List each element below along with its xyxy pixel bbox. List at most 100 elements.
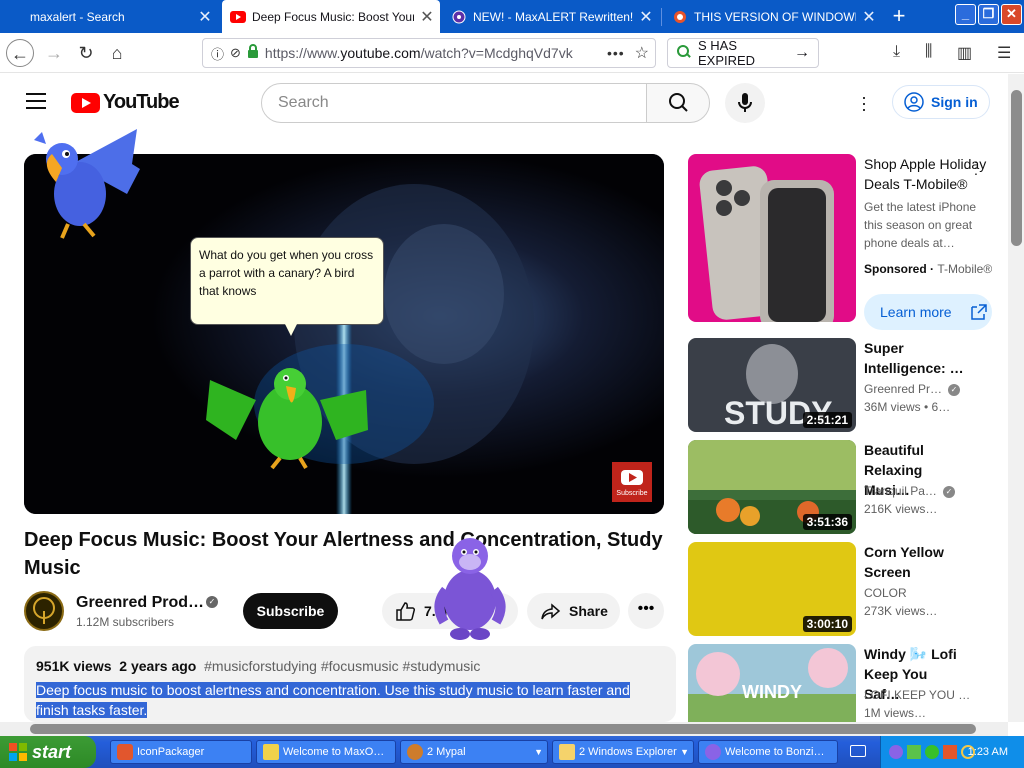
url-path: /watch?v=McdghqVd7vk xyxy=(420,45,573,61)
url-bar[interactable]: ⓘ ⊘ https://www.youtube.com/watch?v=Mcdg… xyxy=(202,38,656,68)
green-parrot-character[interactable] xyxy=(206,360,370,472)
learn-more-button[interactable]: Learn more xyxy=(864,294,992,330)
video-thumbnail[interactable]: 3:00:10 xyxy=(688,542,856,636)
channel-watermark-button[interactable]: Subscribe xyxy=(612,462,652,502)
video-title: Super Intelligence: … xyxy=(864,340,964,376)
recommended-video[interactable]: 3:00:10 Corn Yellow Screen COLOR 273K vi… xyxy=(688,542,1008,636)
maxalert-favicon-icon xyxy=(451,9,467,25)
network-tray-icon[interactable] xyxy=(907,745,921,759)
account-icon xyxy=(904,92,924,112)
arrow-right-icon[interactable]: → xyxy=(794,44,810,62)
page-actions-icon[interactable]: ••• xyxy=(607,45,625,61)
tab-windowblinds[interactable]: THIS VERSION OF WINDOWBLINDS ✕ xyxy=(664,0,882,33)
subscribe-button[interactable]: Subscribe xyxy=(243,593,338,629)
home-button[interactable]: ⌂ xyxy=(103,39,131,67)
more-actions-icon[interactable]: ••• xyxy=(628,593,664,629)
back-button[interactable]: ← xyxy=(6,39,34,67)
guide-menu-icon[interactable] xyxy=(26,93,46,109)
close-icon[interactable]: ✕ xyxy=(633,7,659,27)
sign-in-label: Sign in xyxy=(931,94,978,110)
recommended-video[interactable]: STUDY 2:51:21 Super Intelligence: … Gree… xyxy=(688,338,1008,432)
blue-parrot-character[interactable] xyxy=(32,124,144,244)
video-views: 36M views • 6… xyxy=(864,400,951,414)
share-label: Share xyxy=(569,603,608,619)
video-duration: 3:00:10 xyxy=(802,616,852,632)
bonzibuddy-character[interactable] xyxy=(428,530,512,642)
thumbnail-art: WINDY xyxy=(688,648,856,722)
start-button[interactable]: start xyxy=(0,736,96,768)
library-icon[interactable]: ⫼ xyxy=(925,43,932,61)
channel-name[interactable]: Greenred Prod… xyxy=(76,594,204,612)
reload-button[interactable]: ↻ xyxy=(72,39,100,67)
video-thumbnail[interactable]: 3:51:36 xyxy=(688,440,856,534)
info-icon[interactable]: ⓘ xyxy=(211,44,224,63)
taskbar-item-windows-explorer[interactable]: 2 Windows Explorer ▼ xyxy=(552,740,694,764)
taskbar-item-label: 2 Mypal xyxy=(427,746,466,758)
tab-maxalert-search[interactable]: maxalert - Search ✕ xyxy=(0,0,218,33)
screen: maxalert - Search ✕ Deep Focus Music: Bo… xyxy=(0,0,1024,768)
url-domain: youtube.com xyxy=(340,45,421,61)
mypal-icon xyxy=(407,744,423,760)
settings-menu-icon[interactable]: · · · xyxy=(858,88,870,118)
video-title: Deep Focus Music: Boost Your Alertness a… xyxy=(24,529,663,579)
folder-icon xyxy=(559,744,575,760)
sign-in-button[interactable]: Sign in xyxy=(892,85,990,119)
description-box[interactable]: 951K views 2 years ago #musicforstudying… xyxy=(24,646,676,722)
video-thumbnail[interactable]: WINDY xyxy=(688,644,856,722)
security-tray-icon[interactable] xyxy=(943,745,957,759)
video-thumbnail[interactable]: STUDY 2:51:21 xyxy=(688,338,856,432)
new-tab-button[interactable]: + xyxy=(884,0,914,33)
horizontal-scrollbar[interactable] xyxy=(0,722,1008,736)
close-icon[interactable]: ✕ xyxy=(414,7,440,27)
search-input[interactable]: Search xyxy=(261,83,647,123)
scrollbar-thumb[interactable] xyxy=(30,724,976,734)
close-window-button[interactable]: ✕ xyxy=(1001,4,1022,25)
iphone-product-image xyxy=(699,166,834,322)
recommended-video[interactable]: WINDY Windy 🌬️ Lofi Keep You Saf… LOFI K… xyxy=(688,644,1008,722)
taskbar-item-bonzi[interactable]: Welcome to Bonzi… xyxy=(698,740,838,764)
sidebar-icon[interactable]: ▥ xyxy=(957,43,972,63)
taskbar-item-iconpackager[interactable]: IconPackager xyxy=(110,740,252,764)
menu-icon[interactable]: ☰ xyxy=(997,43,1011,63)
verified-badge-icon: ✓ xyxy=(206,596,218,608)
voice-search-button[interactable] xyxy=(725,83,765,123)
taskbar-item-maxo[interactable]: Welcome to MaxO… xyxy=(256,740,396,764)
hashtags[interactable]: #musicforstudying #focusmusic #studymusi… xyxy=(204,658,480,674)
share-button[interactable]: Share xyxy=(527,593,620,629)
recommended-video[interactable]: 3:51:36 Beautiful Relaxing Musi… Tranqui… xyxy=(688,440,1008,534)
vertical-scrollbar[interactable] xyxy=(1008,74,1024,722)
subscriber-count: 1.12M subscribers xyxy=(76,615,175,629)
parrot-tray-icon[interactable] xyxy=(925,745,939,759)
close-icon[interactable]: ✕ xyxy=(192,7,218,27)
addon-text: S HAS EXPIRED xyxy=(698,38,756,68)
permissions-icon[interactable]: ⊘ xyxy=(230,45,241,61)
sponsored-label: Sponsored xyxy=(864,262,927,276)
url-text: https://www.youtube.com/watch?v=McdghqVd… xyxy=(265,45,607,61)
view-count: 951K views xyxy=(36,658,112,674)
channel-avatar[interactable] xyxy=(24,591,64,631)
ad-thumbnail[interactable] xyxy=(688,154,856,322)
bonzi-tray-icon[interactable] xyxy=(889,745,903,759)
description-text: Deep focus music to boost alertness and … xyxy=(36,680,664,720)
search-button[interactable] xyxy=(646,83,710,123)
minimize-button[interactable]: _ xyxy=(955,4,976,25)
tab-maxalert-rewritten[interactable]: NEW! - MaxALERT Rewritten! ✕ xyxy=(443,0,659,33)
forward-button[interactable]: → xyxy=(40,39,68,67)
close-icon[interactable]: ✕ xyxy=(856,7,882,27)
scrollbar-thumb[interactable] xyxy=(1011,90,1022,246)
keyboard-icon[interactable] xyxy=(850,745,866,757)
addon-search-field[interactable]: S HAS EXPIRED → xyxy=(667,38,819,68)
tab-deep-focus-music[interactable]: Deep Focus Music: Boost Your Alertn ✕ xyxy=(222,0,440,33)
tab-title: Deep Focus Music: Boost Your Alertn xyxy=(252,9,414,24)
taskbar-item-label: 2 Windows Explorer xyxy=(579,746,677,758)
document-icon xyxy=(263,744,279,760)
ad-menu-icon[interactable]: · · · xyxy=(972,154,980,180)
restore-button[interactable]: ❐ xyxy=(978,4,999,25)
video-views: 273K views… xyxy=(864,604,938,618)
bookmark-star-icon[interactable]: ☆ xyxy=(635,43,649,63)
taskbar-item-mypal[interactable]: 2 Mypal ▼ xyxy=(400,740,548,764)
youtube-logo[interactable]: YouTube xyxy=(71,91,180,114)
window-controls: _ ❐ ✕ xyxy=(955,4,1022,25)
downloads-icon[interactable]: ⤓ xyxy=(893,43,900,61)
upload-age: 2 years ago xyxy=(119,658,197,674)
